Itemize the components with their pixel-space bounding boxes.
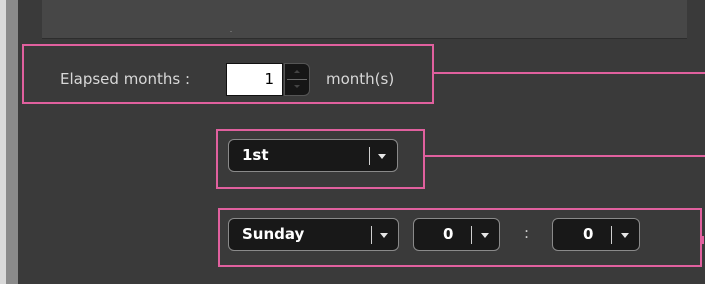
minute-select-value: 0 (583, 225, 594, 243)
minute-select[interactable]: 0 (552, 218, 640, 251)
time-separator: : (524, 224, 530, 242)
stepper-up-button[interactable] (285, 64, 309, 79)
arrow-up-icon (294, 70, 300, 73)
elapsed-months-input[interactable]: 1 (226, 63, 283, 96)
top-divider-mark (230, 31, 232, 32)
left-border (6, 0, 18, 284)
chevron-down-icon[interactable] (378, 154, 386, 159)
top-section (42, 0, 687, 39)
chevron-down-icon[interactable] (481, 233, 489, 238)
callout-line-ordinal (425, 155, 705, 157)
months-unit-label: month(s) (326, 70, 395, 88)
callout-line-day-time (702, 236, 704, 244)
select-separator (369, 147, 370, 165)
chevron-down-icon[interactable] (621, 233, 629, 238)
day-select-value: Sunday (242, 225, 305, 243)
elapsed-months-label: Elapsed months : (60, 70, 191, 88)
stepper-down-button[interactable] (285, 80, 309, 95)
select-separator (371, 226, 372, 244)
arrow-down-icon (294, 85, 300, 88)
ordinal-select-value: 1st (242, 146, 269, 164)
ordinal-select[interactable]: 1st (228, 139, 398, 172)
select-separator (611, 226, 612, 244)
select-separator (471, 226, 472, 244)
chevron-down-icon[interactable] (380, 233, 388, 238)
hour-select[interactable]: 0 (413, 218, 500, 251)
callout-line-elapsed (434, 72, 705, 74)
hour-select-value: 0 (443, 225, 454, 243)
day-select[interactable]: Sunday (228, 218, 399, 251)
elapsed-months-stepper[interactable] (284, 63, 310, 96)
